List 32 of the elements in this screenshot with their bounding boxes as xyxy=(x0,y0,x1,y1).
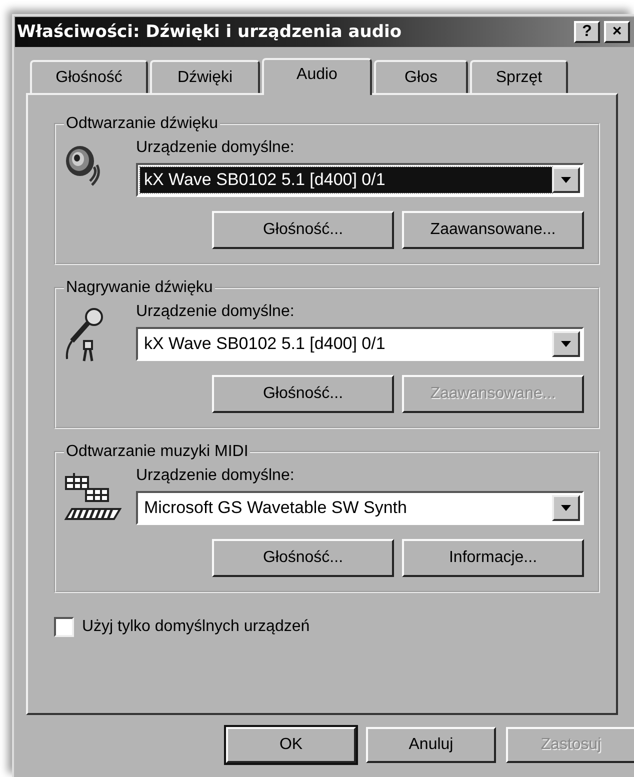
speaker-icon xyxy=(66,146,100,186)
group-button[interactable]: Informacje... xyxy=(402,539,584,577)
dialog-button[interactable]: OK xyxy=(226,727,356,763)
field-label: Urządzenie domyślne: xyxy=(136,303,296,321)
dialog-button[interactable]: Anuluj xyxy=(366,727,496,763)
microphone-icon xyxy=(66,308,103,362)
group-button[interactable]: Głośność... xyxy=(212,539,394,577)
group-button[interactable]: Głośność... xyxy=(212,375,394,413)
tab[interactable]: Głos xyxy=(374,60,468,93)
group-button[interactable]: Głośność... xyxy=(212,211,394,249)
dropdown-value: kX Wave SB0102 5.1 [d400] 0/1 xyxy=(143,333,386,355)
group-title: Nagrywanie dźwięku xyxy=(65,279,214,297)
checkbox[interactable] xyxy=(54,617,74,637)
close-button[interactable]: × xyxy=(604,21,630,43)
dropdown-value: kX Wave SB0102 5.1 [d400] 0/1 xyxy=(140,167,552,193)
field-label: Urządzenie domyślne: xyxy=(136,467,296,485)
help-button[interactable]: ? xyxy=(574,21,600,43)
device-dropdown[interactable]: Microsoft GS Wavetable SW Synth xyxy=(136,491,584,525)
field-label: Urządzenie domyślne: xyxy=(136,139,296,157)
tab[interactable]: Sprzęt xyxy=(470,60,568,93)
tab[interactable]: Audio xyxy=(262,58,372,95)
device-dropdown[interactable]: kX Wave SB0102 5.1 [d400] 0/1 xyxy=(136,327,584,361)
group-title: Odtwarzanie dźwięku xyxy=(65,115,220,133)
group-title: Odtwarzanie muzyki MIDI xyxy=(65,443,250,461)
device-dropdown[interactable]: kX Wave SB0102 5.1 [d400] 0/1 xyxy=(136,163,584,197)
group-button[interactable]: Zaawansowane... xyxy=(402,211,584,249)
tab[interactable]: Głośność xyxy=(30,60,148,93)
midi-keyboard-icon xyxy=(64,472,122,520)
checkbox-label: Użyj tylko domyślnych urządzeń xyxy=(82,618,310,636)
tab[interactable]: Dźwięki xyxy=(150,60,260,93)
window-title: Właściwości: Dźwięki i urządzenia audio xyxy=(17,22,402,42)
dropdown-value: Microsoft GS Wavetable SW Synth xyxy=(143,497,408,519)
